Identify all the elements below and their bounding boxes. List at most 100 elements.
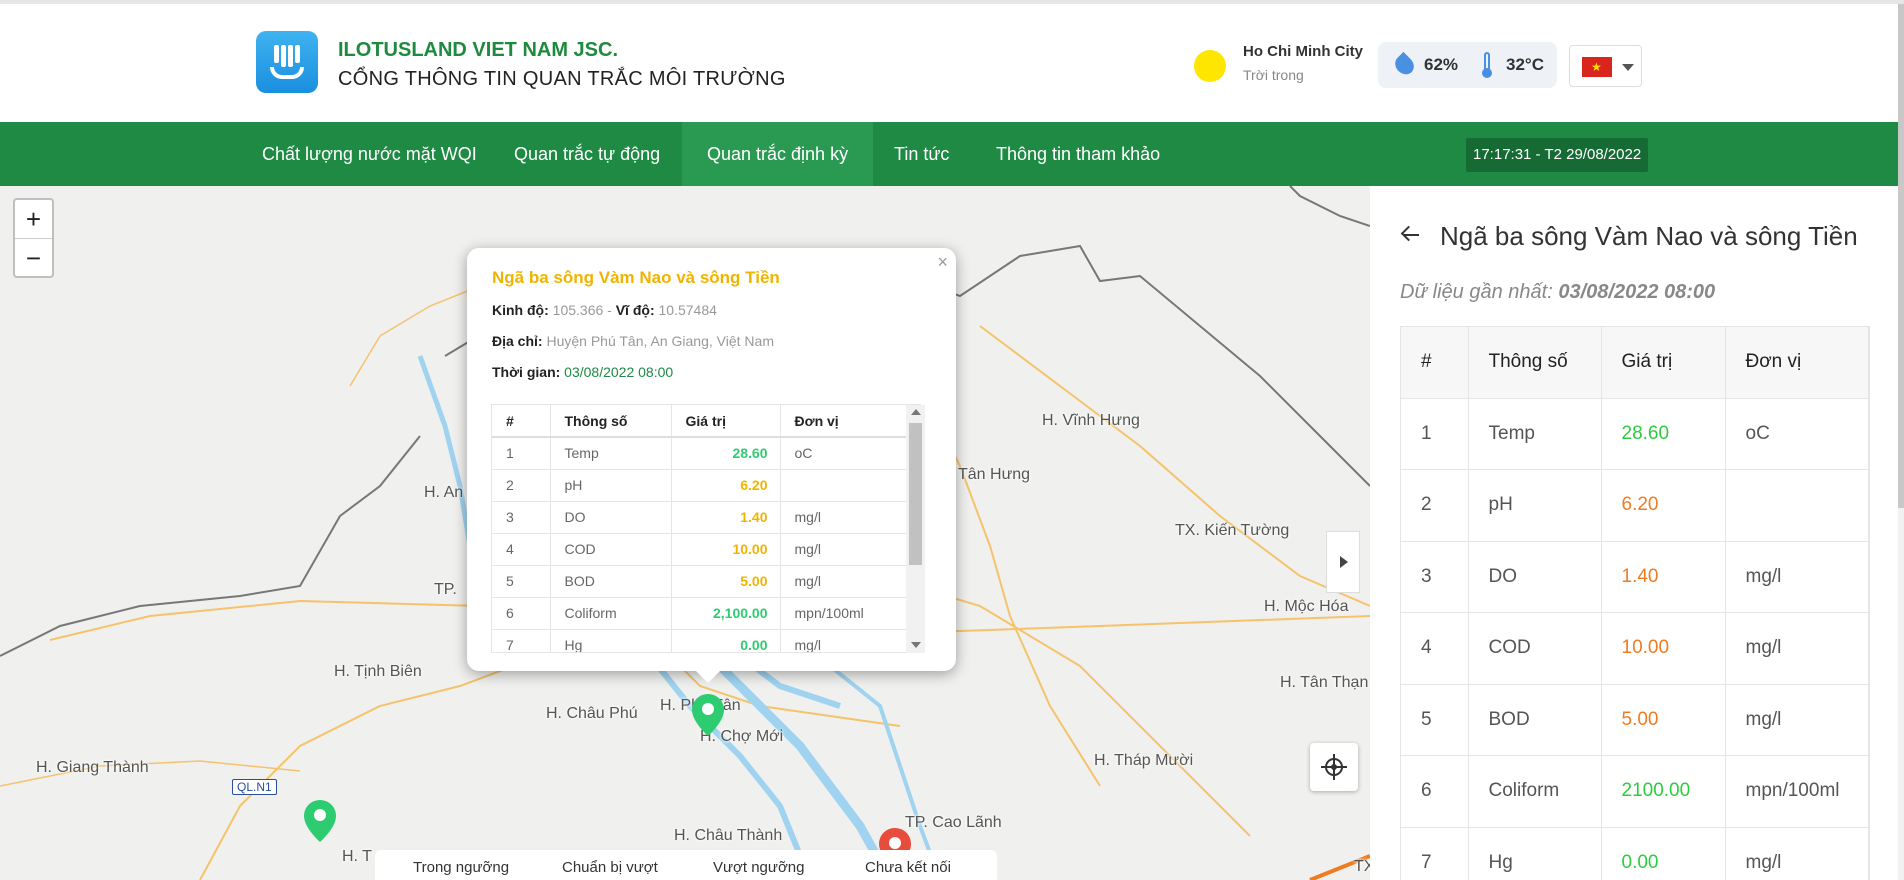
locate-me-button[interactable]	[1310, 743, 1358, 791]
page-scrollbar[interactable]	[1898, 4, 1904, 880]
popup-data-table: # Thông số Giá trị Đơn vị 1 Temp 28.60 oC 2 p…	[491, 404, 921, 653]
cell-unit: mg/l	[1725, 612, 1869, 685]
zoom-in-button[interactable]: +	[15, 200, 52, 238]
nav-item-wqi[interactable]: Chất lượng nước mặt WQI	[243, 122, 496, 186]
cell-param: DO	[550, 501, 672, 534]
table-row: 6 Coliform 2100.00 mpn/100ml	[1401, 755, 1869, 828]
cell-unit: mg/l	[1725, 541, 1869, 613]
scroll-thumb[interactable]	[909, 423, 922, 565]
panel-toggle-button[interactable]	[1326, 531, 1360, 593]
close-icon[interactable]: ×	[937, 252, 948, 273]
nav-item-periodic-monitoring[interactable]: Quan trắc định kỳ	[682, 122, 874, 186]
cell-unit: mpn/100ml	[1725, 755, 1869, 828]
popup-tip	[694, 669, 722, 683]
cell-value: 28.60	[671, 437, 781, 470]
site-header: ILOTUSLAND VIET NAM JSC. CỔNG THÔNG TIN …	[0, 4, 1904, 122]
cell-param: Hg	[550, 629, 672, 652]
map-place-label: H. Giang Thành	[36, 759, 149, 776]
cell-param: BOD	[1468, 684, 1602, 756]
cell-unit: mpn/100ml	[780, 597, 920, 630]
station-marker-green[interactable]	[304, 800, 336, 842]
weather-condition: Trời trong	[1243, 67, 1304, 83]
nav-item-news[interactable]: Tin tức	[870, 122, 973, 186]
thermometer-icon	[1482, 52, 1492, 78]
cell-value: 6.20	[1601, 469, 1726, 542]
table-row: 3 DO 1.40 mg/l	[1401, 541, 1869, 613]
cell-param: BOD	[550, 565, 672, 598]
ilotusland-logo-icon[interactable]	[256, 31, 318, 93]
popup-coordinates: Kinh độ: 105.366 - Vĩ độ: 10.57484	[492, 302, 717, 318]
station-popup: × Ngã ba sông Vàm Nao và sông Tiền Kinh …	[467, 248, 956, 671]
map-place-label: TP. Cao Lãnh	[905, 814, 1002, 831]
language-selector[interactable]: ★	[1569, 45, 1642, 87]
column-header: Giá trị	[671, 405, 781, 438]
table-row: 6 Coliform 2,100.00 mpn/100ml	[492, 597, 920, 630]
map-place-label: TX	[1354, 858, 1370, 875]
page-scroll-thumb[interactable]	[1898, 4, 1904, 508]
map-place-label: H. Mộc Hóa	[1264, 598, 1349, 615]
table-row: 7 Hg 0.00 mg/l	[1401, 827, 1869, 880]
cell-unit: mg/l	[780, 501, 920, 534]
back-arrow-icon[interactable]	[1400, 224, 1422, 246]
table-row: 5 BOD 5.00 mg/l	[1401, 684, 1869, 756]
cell-value: 28.60	[1601, 398, 1726, 470]
map-place-label: TP.	[434, 581, 457, 598]
cell-param: Coliform	[550, 597, 672, 630]
column-header: Đơn vị	[780, 405, 920, 438]
table-row: 1 Temp 28.60 oC	[1401, 398, 1869, 470]
column-header: Thông số	[1468, 327, 1602, 399]
cell-no: 5	[1401, 684, 1469, 756]
table-row: 5 BOD 5.00 mg/l	[492, 565, 920, 598]
station-marker-green[interactable]	[692, 694, 724, 736]
cell-unit	[1725, 469, 1869, 542]
station-detail-panel: Ngã ba sông Vàm Nao và sông Tiền Dữ liệu…	[1370, 186, 1904, 880]
vn-flag-icon: ★	[1582, 57, 1612, 77]
cell-param: Temp	[1468, 398, 1602, 470]
chevron-down-icon	[1622, 64, 1634, 71]
table-row: 4 COD 10.00 mg/l	[492, 533, 920, 566]
weather-box: 62% 32°C	[1378, 42, 1557, 88]
scroll-down-icon[interactable]	[911, 642, 921, 648]
table-row: 4 COD 10.00 mg/l	[1401, 612, 1869, 685]
cell-no: 2	[1401, 469, 1469, 542]
cell-no: 3	[1401, 541, 1469, 613]
map-place-label: TX. Kiến Tường	[1175, 522, 1290, 539]
popup-title: Ngã ba sông Vàm Nao và sông Tiền	[492, 268, 780, 287]
nav-item-reference[interactable]: Thông tin tham khảo	[979, 122, 1177, 186]
table-row: 3 DO 1.40 mg/l	[492, 501, 920, 534]
clock-badge: 17:17:31 - T2 29/08/2022	[1466, 138, 1649, 172]
cell-value: 10.00	[671, 533, 781, 566]
map-place-label: H. Tháp Mười	[1094, 752, 1194, 769]
cell-unit: oC	[1725, 398, 1869, 470]
cell-unit: oC	[780, 437, 920, 470]
map-place-label: H. Tịnh Biên	[334, 663, 422, 680]
road-shield: QL.N1	[232, 779, 277, 795]
table-row: 2 pH 6.20	[492, 469, 920, 502]
popup-scrollbar[interactable]	[906, 405, 925, 653]
map-place-label: H. Châu Thành	[674, 827, 783, 844]
sun-icon	[1194, 50, 1226, 82]
cell-no: 5	[492, 565, 551, 598]
cell-param: COD	[550, 533, 672, 566]
cell-unit: mg/l	[780, 629, 920, 652]
portal-name: CỔNG THÔNG TIN QUAN TRẮC MÔI TRƯỜNG	[338, 68, 786, 90]
cell-param: Temp	[550, 437, 672, 470]
scroll-up-icon[interactable]	[911, 409, 921, 415]
cell-no: 7	[1401, 827, 1469, 880]
nav-item-auto-monitoring[interactable]: Quan trắc tự động	[494, 122, 680, 186]
cell-unit	[780, 469, 920, 502]
map-place-label: Tân Hưng	[958, 466, 1031, 483]
cell-value: 1.40	[671, 501, 781, 534]
cell-value: 5.00	[671, 565, 781, 598]
cell-no: 1	[1401, 398, 1469, 470]
zoom-out-button[interactable]: −	[15, 239, 52, 277]
cell-param: pH	[1468, 469, 1602, 542]
cell-no: 1	[492, 437, 551, 470]
column-header: Đơn vị	[1725, 327, 1869, 399]
cell-param: DO	[1468, 541, 1602, 613]
status-legend: Trong ngưỡng Chuẩn bị vượt Vượt ngưỡng C…	[375, 850, 997, 880]
map-place-label: H. Châu Phú	[546, 705, 638, 722]
cell-value: 0.00	[1601, 827, 1726, 880]
table-row: 2 pH 6.20	[1401, 469, 1869, 542]
panel-title: Ngã ba sông Vàm Nao và sông Tiền	[1440, 221, 1858, 251]
